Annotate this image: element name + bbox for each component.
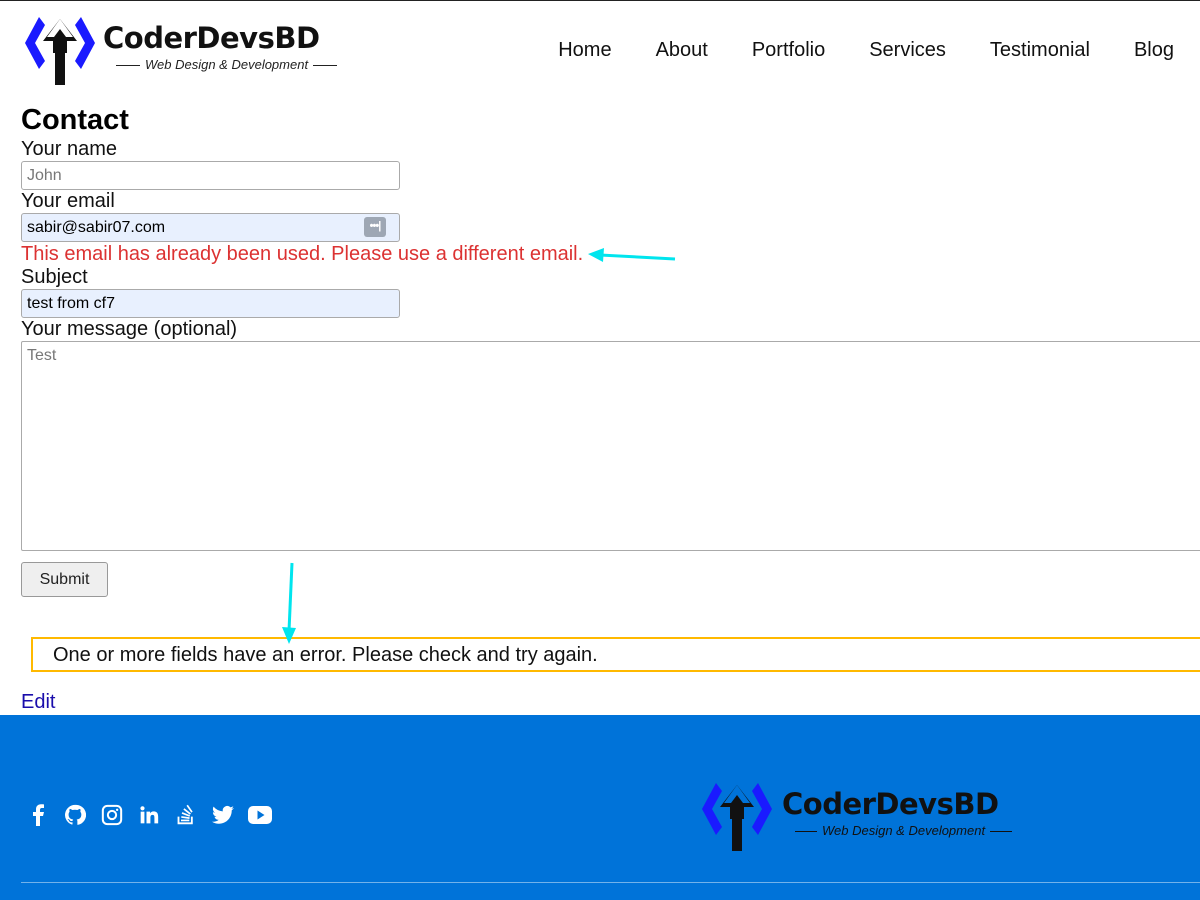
instagram-icon[interactable] (100, 803, 124, 827)
nav-home[interactable]: Home (558, 39, 611, 62)
email-input[interactable] (21, 213, 400, 242)
youtube-icon[interactable] (248, 803, 272, 827)
stackoverflow-icon[interactable] (174, 803, 198, 827)
subject-label: Subject (21, 266, 88, 288)
logo-tagline: Web Design & Development (111, 57, 342, 72)
site-logo[interactable]: CoderDevsBD Web Design & Development (21, 13, 331, 87)
subject-input[interactable] (21, 289, 400, 318)
name-label: Your name (21, 138, 117, 160)
nav-testimonial[interactable]: Testimonial (990, 39, 1090, 62)
nav-blog[interactable]: Blog (1134, 39, 1174, 62)
site-header: CoderDevsBD Web Design & Development Hom… (0, 1, 1200, 101)
nav-services[interactable]: Services (869, 39, 946, 62)
github-icon[interactable] (63, 803, 87, 827)
logo-name: CoderDevsBD (103, 21, 320, 55)
footer-logo-tagline: Web Design & Development (790, 823, 1017, 838)
form-response-notice: One or more fields have an error. Please… (31, 637, 1200, 672)
logo-mark-icon (25, 17, 95, 85)
footer-logo-mark-icon (702, 783, 772, 851)
page-title: Contact (21, 104, 129, 136)
email-error-message: This email has already been used. Please… (21, 243, 584, 265)
nav-about[interactable]: About (656, 39, 708, 62)
message-textarea[interactable] (21, 341, 1200, 551)
footer-logo-name: CoderDevsBD (782, 787, 999, 821)
main-nav: Home About Portfolio Services Testimonia… (558, 39, 1174, 62)
annotation-arrow-email-icon (588, 248, 676, 262)
facebook-icon[interactable] (26, 803, 50, 827)
annotation-arrow-notice-icon (282, 562, 296, 644)
nav-portfolio[interactable]: Portfolio (752, 39, 825, 62)
edit-link[interactable]: Edit (21, 691, 55, 714)
autofill-key-icon[interactable]: •••| (364, 217, 386, 237)
message-label: Your message (optional) (21, 318, 238, 340)
social-links (26, 803, 285, 827)
twitter-icon[interactable] (211, 803, 235, 827)
footer-divider (21, 882, 1200, 883)
linkedin-icon[interactable] (137, 803, 161, 827)
site-footer: CoderDevsBD Web Design & Development (0, 715, 1200, 900)
footer-logo[interactable]: CoderDevsBD Web Design & Development (698, 779, 1018, 853)
submit-button[interactable]: Submit (21, 562, 108, 597)
email-label: Your email (21, 190, 115, 212)
name-input[interactable] (21, 161, 400, 190)
